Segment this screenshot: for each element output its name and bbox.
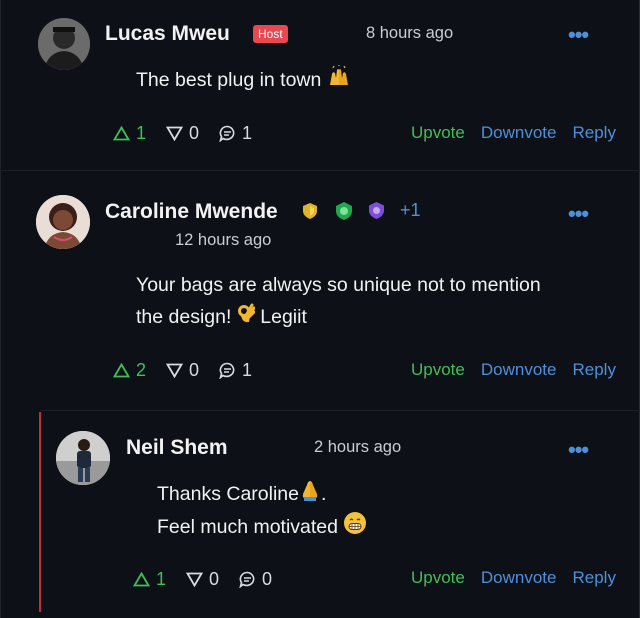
timestamp: 2 hours ago — [314, 438, 402, 456]
comment-text: The best plug in town — [136, 64, 351, 97]
host-badge: Host — [253, 25, 288, 43]
downvote-button[interactable]: Downvote — [481, 360, 557, 380]
purple-badge-icon — [369, 202, 384, 219]
avatar[interactable] — [36, 195, 90, 249]
comment-text: Thanks Caroline. Feel much motivated — [157, 478, 367, 545]
green-badge-icon — [336, 202, 352, 220]
reply-thread-line — [39, 412, 41, 612]
more-options-icon[interactable]: ••• — [568, 22, 589, 48]
more-badges-count[interactable]: +1 — [400, 200, 421, 221]
chat-bubble-icon — [219, 125, 235, 142]
avatar[interactable] — [56, 431, 110, 485]
downvote-button[interactable]: Downvote — [481, 568, 557, 588]
triangle-down-icon — [166, 126, 184, 141]
comment-actions: Upvote Downvote Reply — [395, 568, 616, 588]
ok-hand-icon — [237, 302, 256, 334]
author-name[interactable]: Lucas Mweu — [105, 22, 230, 46]
comment-stats: 2 0 1 — [113, 360, 272, 381]
comment-actions: Upvote Downvote Reply — [395, 123, 616, 143]
downvote-count: 0 — [186, 569, 219, 590]
reply-button[interactable]: Reply — [572, 123, 615, 143]
triangle-down-icon — [186, 572, 204, 587]
chat-bubble-icon — [219, 362, 235, 379]
author-name[interactable]: Caroline Mwende — [105, 200, 278, 224]
more-options-icon[interactable]: ••• — [568, 201, 589, 227]
reply-button[interactable]: Reply — [572, 568, 615, 588]
upvote-button[interactable]: Upvote — [411, 123, 465, 143]
reply-count: 0 — [239, 569, 272, 590]
gold-shield-badge-icon — [303, 203, 317, 219]
more-options-icon[interactable]: ••• — [568, 437, 589, 463]
comment-actions: Upvote Downvote Reply — [395, 360, 616, 380]
triangle-down-icon — [166, 363, 184, 378]
downvote-count: 0 — [166, 123, 199, 144]
timestamp: 8 hours ago — [366, 24, 454, 42]
downvote-button[interactable]: Downvote — [481, 123, 557, 143]
raising-hands-icon — [327, 64, 351, 97]
folded-hands-icon — [299, 479, 321, 511]
chat-bubble-icon — [239, 571, 255, 588]
upvote-count: 2 — [113, 360, 146, 381]
triangle-up-icon — [113, 126, 130, 141]
reply-button[interactable]: Reply — [572, 360, 615, 380]
comment-stats: 1 0 0 — [133, 569, 292, 590]
downvote-count: 0 — [166, 360, 199, 381]
upvote-button[interactable]: Upvote — [411, 568, 465, 588]
divider — [1, 170, 640, 171]
triangle-up-icon — [133, 572, 150, 587]
timestamp: 12 hours ago — [175, 231, 272, 249]
author-name[interactable]: Neil Shem — [126, 436, 228, 460]
comment-stats: 1 0 1 — [113, 123, 272, 144]
avatar[interactable] — [38, 18, 90, 70]
divider — [41, 410, 640, 411]
triangle-up-icon — [113, 363, 130, 378]
comment-text: Your bags are always so unique not to me… — [136, 269, 541, 334]
reply-count: 1 — [219, 360, 252, 381]
reply-count: 1 — [219, 123, 252, 144]
comments-panel: Lucas Mweu Host 8 hours ago ••• The best… — [0, 0, 640, 618]
upvote-count: 1 — [113, 123, 146, 144]
upvote-count: 1 — [133, 569, 166, 590]
upvote-button[interactable]: Upvote — [411, 360, 465, 380]
grinning-face-icon — [343, 511, 367, 545]
